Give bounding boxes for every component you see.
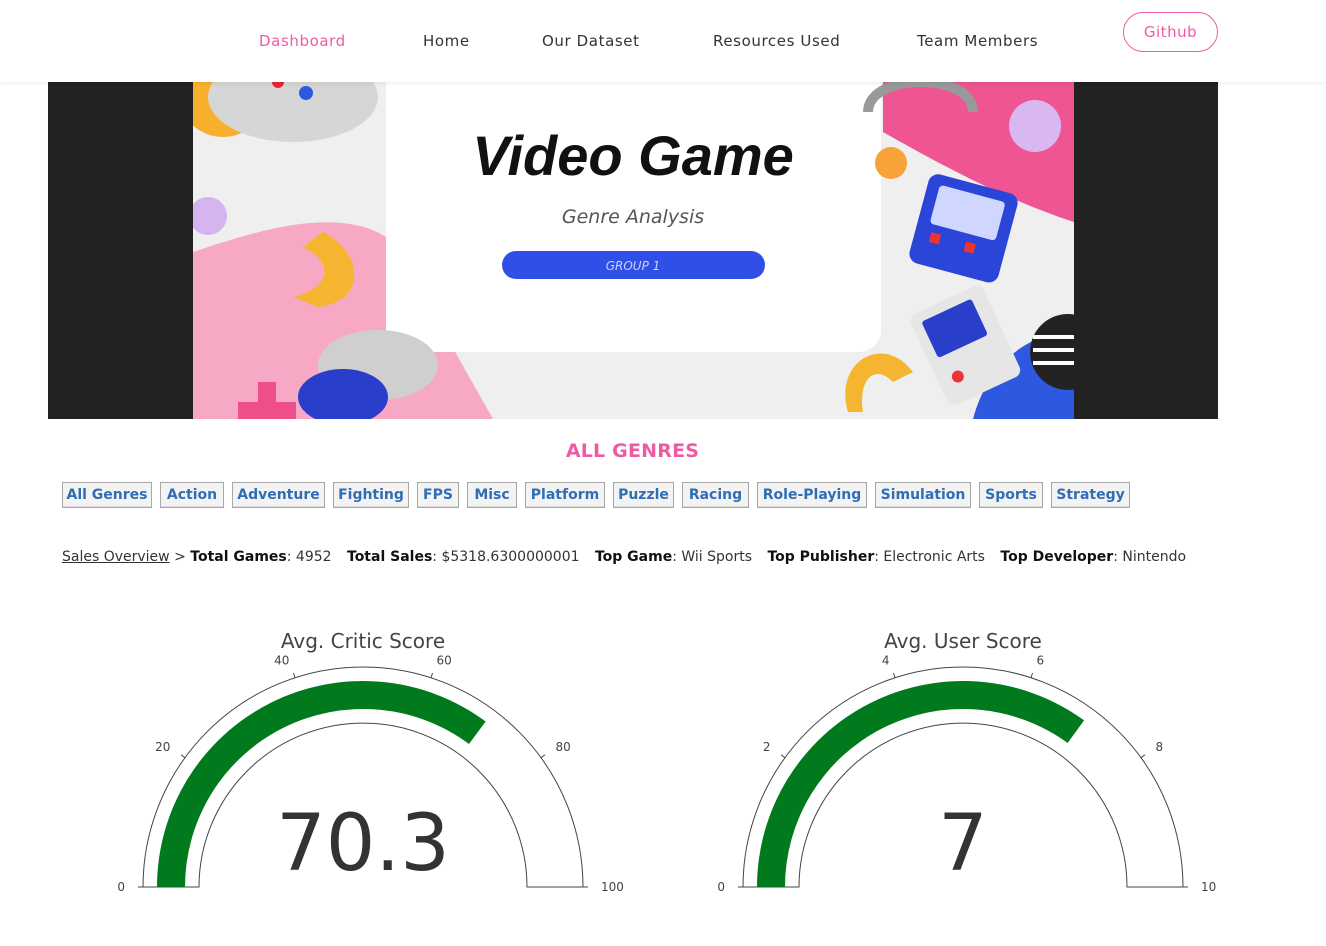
gauge-tick (180, 754, 186, 759)
gauge-svg: Avg. Critic Score 0 20 40 60 80 100 70.3 (117, 629, 624, 894)
genre-heading: ALL GENRES (565, 440, 700, 462)
gauge-title: Avg. Critic Score (281, 629, 445, 653)
top-navbar: Dashboard Home Our Dataset Resources Use… (0, 0, 1326, 82)
top-developer-value: : Nintendo (1113, 549, 1187, 565)
gauge-tick (780, 754, 786, 759)
gauge-tick (292, 672, 296, 678)
top-game-value: : Wii Sports (672, 549, 753, 565)
gauge-tick-label: 0 (117, 880, 125, 894)
gauge-tick-label: 20 (155, 740, 170, 754)
user-score-gauge: Avg. User Score 0 2 4 6 8 10 7 (683, 620, 1243, 920)
gauge-tick-label: 2 (763, 740, 771, 754)
gauge-tick (892, 672, 896, 678)
gauge-value-bar (757, 681, 1085, 887)
top-game-label: Top Game (594, 549, 673, 565)
genre-fighting-button[interactable]: Fighting (333, 482, 409, 508)
gauge-tick (1030, 672, 1034, 678)
nav-home[interactable]: Home (423, 32, 470, 50)
gauge-tick-label: 40 (274, 654, 289, 668)
genre-misc-button[interactable]: Misc (467, 482, 517, 508)
gauge-tick (1140, 754, 1146, 759)
breadcrumb-separator: > (174, 549, 186, 565)
banner-title: Video Game (472, 124, 794, 187)
banner-badge-text: GROUP 1 (606, 259, 661, 273)
genre-adventure-button[interactable]: Adventure (232, 482, 325, 508)
gauge-tick-label: 60 (437, 654, 452, 668)
genre-racing-button[interactable]: Racing (682, 482, 749, 508)
banner-subtitle: Genre Analysis (562, 206, 704, 228)
gauge-tick-label: 4 (882, 654, 890, 668)
genre-simulation-button[interactable]: Simulation (875, 482, 971, 508)
top-developer-label: Top Developer (1000, 549, 1114, 565)
purple-sphere-right (1009, 100, 1061, 152)
sales-summary: Sales Overview > Total Games: 4952 Total… (62, 549, 1186, 565)
genre-fps-button[interactable]: FPS (417, 482, 459, 508)
total-games-value: : 4952 (286, 549, 332, 565)
nav-our-dataset[interactable]: Our Dataset (542, 32, 640, 50)
nav-resources-used[interactable]: Resources Used (713, 32, 840, 50)
gauge-tick-label: 8 (1156, 740, 1164, 754)
gauge-tick-label: 10 (1201, 880, 1216, 894)
top-publisher-label: Top Publisher (767, 549, 875, 565)
gauge-value-label: 70.3 (276, 799, 450, 889)
total-sales-value: : $5318.6300000001 (432, 549, 580, 565)
gauge-svg: Avg. User Score 0 2 4 6 8 10 7 (717, 629, 1216, 894)
genre-puzzle-button[interactable]: Puzzle (613, 482, 674, 508)
gauge-tick (540, 754, 546, 759)
total-sales-label: Total Sales (347, 549, 433, 565)
nav-team-members[interactable]: Team Members (917, 32, 1038, 50)
gauge-tick-label: 0 (717, 880, 725, 894)
gauge-tick (430, 672, 434, 678)
genre-strategy-button[interactable]: Strategy (1051, 482, 1130, 508)
gauge-title: Avg. User Score (884, 629, 1042, 653)
genre-sports-button[interactable]: Sports (979, 482, 1043, 508)
nav-dashboard[interactable]: Dashboard (259, 32, 346, 50)
genre-all-genres-button[interactable]: All Genres (62, 482, 152, 508)
total-games-label: Total Games (190, 549, 287, 565)
orange-sphere (875, 147, 907, 179)
gauge-value-label: 7 (938, 799, 988, 889)
critic-score-gauge: Avg. Critic Score 0 20 40 60 80 100 70.3 (83, 620, 643, 920)
genre-platform-button[interactable]: Platform (525, 482, 605, 508)
banner-image: Video Game Genre Analysis GROUP 1 (193, 82, 1074, 419)
github-button[interactable]: Github (1123, 12, 1218, 52)
genre-role-playing-button[interactable]: Role-Playing (757, 482, 867, 508)
top-publisher-value: : Electronic Arts (874, 549, 985, 565)
gauge-tick-label: 80 (556, 740, 571, 754)
genre-action-button[interactable]: Action (160, 482, 224, 508)
sales-overview-link[interactable]: Sales Overview (62, 549, 170, 565)
gauge-tick-label: 100 (601, 880, 624, 894)
gauge-tick-label: 6 (1037, 654, 1045, 668)
